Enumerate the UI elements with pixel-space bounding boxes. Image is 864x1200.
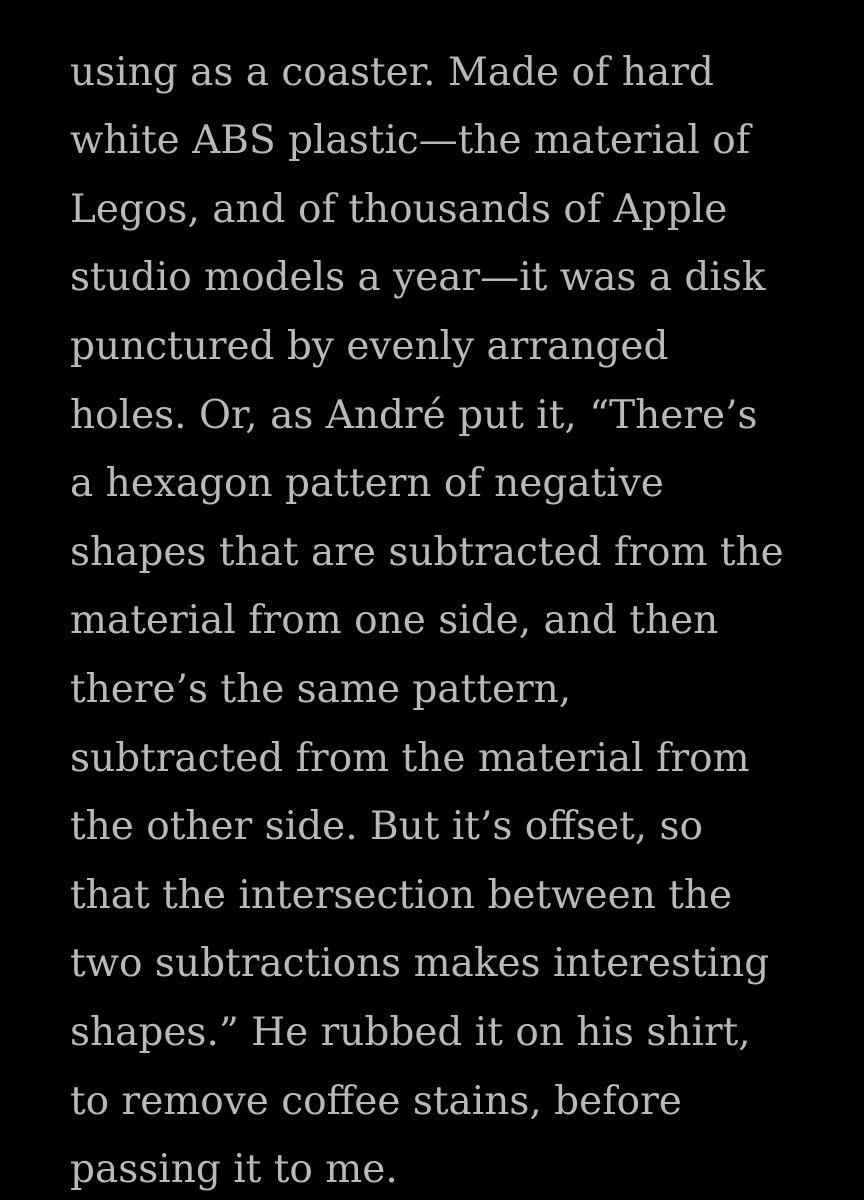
text-line: two subtractions makes interesting [70, 941, 770, 987]
reader-page: using as a coaster. Made of hard white A… [0, 0, 864, 1200]
text-line [70, 0, 830, 39]
text-line: a hexagon pattern of negative [70, 461, 664, 507]
text-line: shapes.” He rubbed it on his shirt, [70, 1009, 751, 1055]
text-line: there’s the same pattern, [70, 666, 572, 712]
article-body: using as a coaster. Made of hard white A… [70, 0, 830, 1200]
text-line: Legos, and of thousands of Apple [70, 186, 728, 232]
text-line: to remove coffee stains, before [70, 1078, 682, 1124]
text-line: shapes that are subtracted from the [70, 529, 784, 575]
text-line: studio models a year—it was a disk [70, 255, 766, 301]
text-line: subtracted from the material from [70, 735, 750, 781]
text-line: white ABS plastic—the material of [70, 118, 751, 164]
text-line: the other side. But it’s offset, so [70, 804, 704, 850]
text-line: passing it to me. [70, 1147, 398, 1193]
text-line: punctured by evenly arranged [70, 323, 669, 369]
text-line: using as a coaster. Made of hard [70, 49, 714, 95]
text-line: material from one side, and then [70, 598, 719, 644]
text-line: that the intersection between the [70, 872, 733, 918]
text-line: holes. Or, as André put it, “There’s [70, 392, 758, 438]
